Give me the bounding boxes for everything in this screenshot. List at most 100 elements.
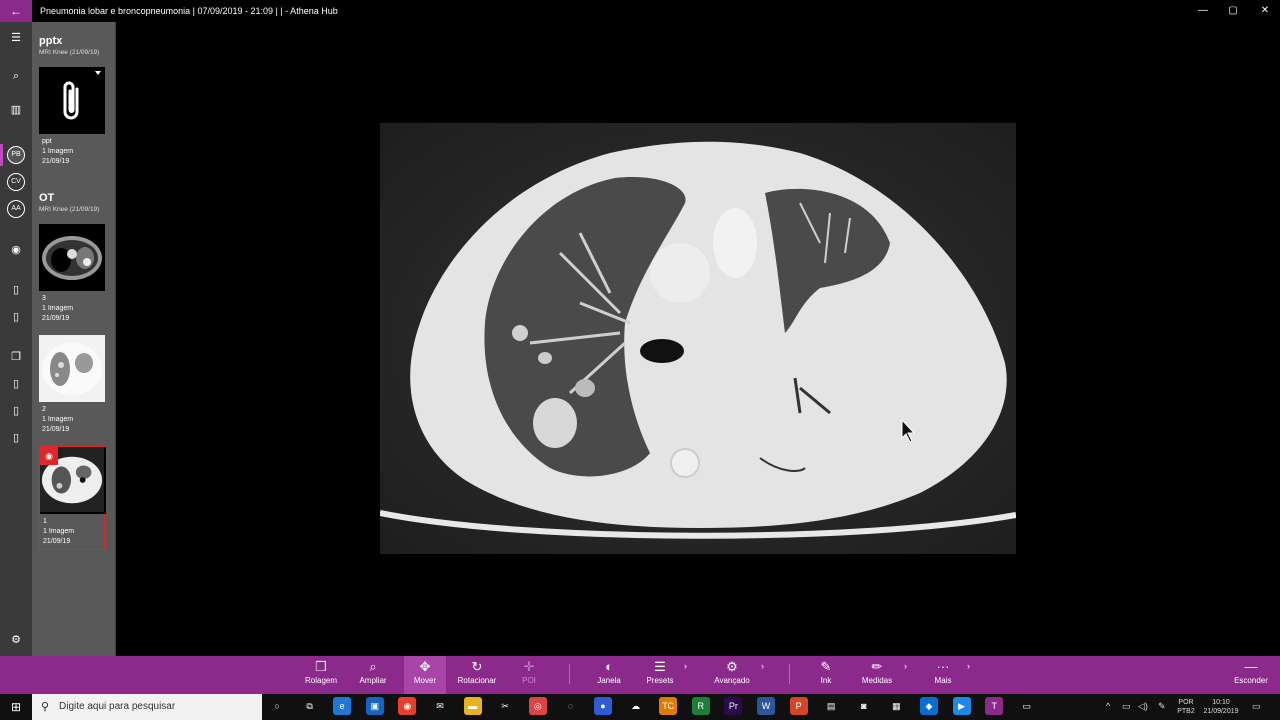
language-code: POR [1178, 699, 1194, 706]
search-placeholder: Digite aqui para pesquisar [59, 701, 176, 712]
maximize-button[interactable]: ▢ [1218, 0, 1248, 22]
advanced-tool-button[interactable]: ⚙ Avançado [710, 656, 754, 694]
more-tool-button[interactable]: ··· Mais [928, 656, 958, 694]
hamburger-menu-icon[interactable]: ☰ [0, 27, 32, 49]
clock[interactable]: 10:10 21/09/2019 [1198, 698, 1244, 716]
taskbar-app-icon[interactable]: ◎ [528, 697, 547, 715]
taskbar-app-icon[interactable]: P [789, 697, 808, 715]
measurements-tool-button[interactable]: ✏ Medidas [858, 656, 896, 694]
series-date: 21/09/19 [42, 158, 70, 165]
taskbar-app-icon[interactable]: ○ [268, 697, 286, 715]
taskbar-app-icon[interactable]: ▣ [365, 697, 384, 715]
taskbar-app-icon[interactable]: ▶ [952, 697, 971, 715]
series-date: 21/09/19 [43, 538, 71, 545]
windows-taskbar: ⊞ ⚲ Digite aqui para pesquisar ○ ⧉ e ▣ ◉ ✉ ▬ ✂ ◎… [0, 694, 1280, 720]
ink-tool-button[interactable]: ✎ Ink [812, 656, 840, 694]
back-arrow-icon[interactable]: ← [0, 0, 32, 22]
pen-icon[interactable]: ✎ [1158, 702, 1166, 711]
tool-label: Presets [646, 676, 674, 685]
settings-gear-icon[interactable]: ⚙ [0, 629, 32, 651]
avatar-aa[interactable]: AA [7, 200, 25, 218]
ct-thumbnail [39, 335, 105, 402]
taskbar-app-icon[interactable]: ▤ [822, 697, 841, 715]
presets-tool-button[interactable]: ☰ Presets [642, 656, 678, 694]
rotate-tool-button[interactable]: ↻ Rotacionar [454, 656, 500, 694]
taskbar-app-icon[interactable]: ✂ [496, 697, 515, 715]
document-icon[interactable]: ▯ [0, 400, 32, 422]
network-icon[interactable]: ▭ [1122, 702, 1131, 711]
volume-icon[interactable]: ◁) [1138, 702, 1148, 711]
taskbar-app-icon[interactable]: ▭ [1017, 697, 1036, 715]
taskbar-app-icon[interactable]: Pr [724, 697, 743, 715]
image-viewport[interactable] [116, 22, 1280, 656]
taskbar-app-icon[interactable]: T [985, 697, 1004, 715]
magnifier-icon: ⌕ [369, 659, 377, 674]
notification-icon[interactable]: ▭ [1252, 702, 1261, 711]
tool-label: Ink [820, 676, 832, 685]
ct-image[interactable] [379, 123, 1017, 554]
taskbar-search-box[interactable]: ⚲ Digite aqui para pesquisar [32, 694, 262, 720]
hide-toolbar-button[interactable]: — Esconder [1232, 656, 1270, 694]
document-icon[interactable]: ▯ [0, 279, 32, 301]
avatar-cv[interactable]: CV [7, 173, 25, 191]
taskbar-app-icon[interactable]: ☁ [626, 697, 645, 715]
taskbar-app-icon[interactable]: ⧉ [300, 697, 319, 715]
series-thumbnail-selected[interactable]: ◉ 1 1 Imagem 21/09/19 [39, 446, 106, 550]
series-panel: pptx MRI Knee (21/09/19) ppt 1 Imagem 21… [32, 22, 116, 656]
taskbar-app-icon[interactable]: e [333, 697, 352, 715]
taskbar-app-icon[interactable]: ◉ [398, 697, 417, 715]
image-count: 1 Imagem [43, 528, 75, 535]
taskbar-app-icon[interactable]: ● [594, 697, 612, 715]
bottom-toolbar: ❐ Rolagem ⌕ Ampliar ✥ Mover ↻ Rotacionar… [0, 656, 1280, 694]
taskbar-app-icon[interactable]: ▦ [887, 697, 906, 715]
series-thumbnail[interactable]: ppt 1 Imagem 21/09/19 [39, 67, 105, 169]
close-window-button[interactable]: ✕ [1250, 0, 1280, 22]
chevron-right-icon[interactable]: › [904, 661, 907, 671]
chevron-right-icon[interactable]: › [684, 661, 687, 671]
poi-tool-button[interactable]: ✛ POI [514, 656, 544, 694]
toolbar-divider [569, 664, 570, 684]
tray-chevron-icon[interactable]: ^ [1106, 702, 1110, 711]
series-thumbnail[interactable]: 2 1 Imagem 21/09/19 [39, 335, 105, 437]
taskbar-app-icon[interactable]: ◆ [920, 697, 938, 715]
series-thumbnail[interactable]: 3 1 Imagem 21/09/19 [39, 224, 105, 326]
taskbar-app-icon[interactable]: ◌ [561, 697, 580, 715]
windows-start-icon[interactable]: ⊞ [0, 694, 32, 720]
tool-label: Ampliar [359, 676, 387, 685]
pen-icon: ✎ [820, 659, 832, 674]
tool-label: POI [522, 676, 536, 685]
taskbar-app-icon[interactable]: ▬ [463, 697, 482, 715]
document-icon[interactable]: ▯ [0, 306, 32, 328]
document-icon[interactable]: ▯ [0, 427, 32, 449]
eye-icon: ◉ [40, 447, 58, 465]
stack-icon: ❐ [315, 659, 327, 674]
scroll-tool-button[interactable]: ❐ Rolagem [302, 656, 340, 694]
zoom-tool-button[interactable]: ⌕ Ampliar [354, 656, 392, 694]
copy-icon[interactable]: ❐ [0, 346, 32, 368]
pan-tool-button[interactable]: ✥ Mover [404, 656, 446, 694]
taskbar-app-icon[interactable]: ◙ [854, 697, 873, 715]
language-indicator[interactable]: POR PTB2 [1174, 698, 1198, 716]
taskbar-app-icon[interactable]: ✉ [431, 697, 449, 715]
window-level-tool-button[interactable]: ◐ Janela [592, 656, 626, 694]
library-icon[interactable]: ▥ [0, 99, 32, 121]
chevron-right-icon[interactable]: › [967, 661, 970, 671]
minimize-button[interactable]: — [1188, 0, 1218, 22]
document-icon[interactable]: ▯ [0, 373, 32, 395]
chevron-right-icon[interactable]: › [761, 661, 764, 671]
taskbar-app-icon[interactable]: W [757, 697, 775, 715]
series-label: ppt [42, 138, 52, 145]
taskbar-app-icon[interactable]: R [691, 697, 710, 715]
search-icon[interactable]: ⌕ [0, 65, 32, 87]
series-label: 2 [42, 406, 46, 413]
avatar-pb[interactable]: PB [7, 146, 25, 164]
active-indicator [0, 144, 3, 166]
title-bar: ← Pneumonia lobar e broncopneumonia | 07… [0, 0, 1280, 22]
paperclip-icon [63, 71, 101, 120]
eye-icon[interactable]: ◉ [0, 239, 32, 261]
left-icon-bar: ☰ ⌕ ▥ PB CV AA ◉ ▯ ▯ ❐ ▯ ▯ ▯ ⚙ [0, 22, 32, 656]
clock-date: 21/09/2019 [1203, 708, 1239, 715]
series-date: 21/09/19 [42, 426, 70, 433]
pencil-icon: ✏ [871, 659, 883, 674]
taskbar-app-icon[interactable]: TC [659, 697, 678, 715]
